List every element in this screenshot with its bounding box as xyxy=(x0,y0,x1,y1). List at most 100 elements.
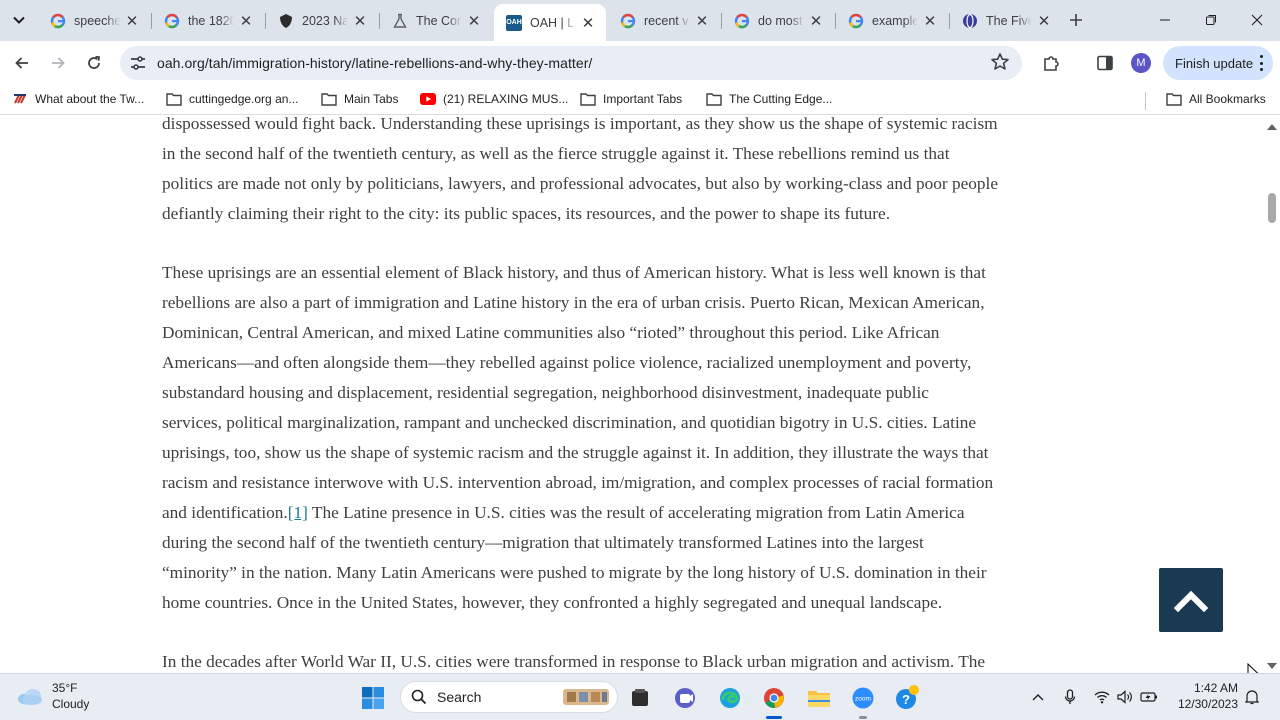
bookmark-label: Important Tabs xyxy=(603,92,683,106)
tab-title: do most xyxy=(758,13,803,28)
site-icon xyxy=(12,91,28,107)
side-panel-button[interactable] xyxy=(1094,52,1116,74)
windows-taskbar: 35°F Cloudy Search zoom ? 1:42 AM 12/30/… xyxy=(0,673,1280,720)
all-bookmarks-button[interactable]: All Bookmarks xyxy=(1166,91,1266,107)
microphone-tray[interactable] xyxy=(1061,688,1079,706)
tab-2[interactable]: 2023 Nat ✕ xyxy=(266,5,378,36)
tab-0[interactable]: speeches ✕ xyxy=(38,5,150,36)
bookmark-label: Main Tabs xyxy=(344,92,399,106)
bookmark-item[interactable]: cuttingedge.org an... xyxy=(166,91,298,107)
wifi-tray[interactable] xyxy=(1093,688,1111,706)
text-line: Americans—and often alongside them—they … xyxy=(162,353,972,372)
file-explorer-icon xyxy=(808,691,830,707)
weather-description: Cloudy xyxy=(52,697,90,711)
bookmark-item[interactable]: (21) RELAXING MUS... xyxy=(420,91,568,107)
text-line: racism and resistance interwove with U.S… xyxy=(162,473,994,492)
restore-button[interactable] xyxy=(1199,8,1223,32)
weather-widget[interactable]: 35°F Cloudy xyxy=(16,680,89,712)
new-tab-button[interactable] xyxy=(1066,9,1086,31)
puzzle-icon xyxy=(1044,56,1059,71)
taskbar-app-edge[interactable] xyxy=(714,682,746,714)
article-paragraph-1: dispossessed would fight back. Understan… xyxy=(162,116,1102,229)
text-line: home countries. Once in the United State… xyxy=(162,593,943,612)
text-line: politics are made not only by politician… xyxy=(162,174,999,193)
scroll-up-arrow-icon[interactable] xyxy=(1267,124,1277,130)
taskbar-app-zoom[interactable]: zoom xyxy=(847,682,879,714)
tab-3[interactable]: The Con ✕ xyxy=(380,5,492,36)
text-line: in the second half of the twentieth cent… xyxy=(162,144,950,163)
clock-date: 12/30/2023 xyxy=(1177,697,1238,711)
back-button[interactable] xyxy=(10,51,34,75)
edge-icon xyxy=(720,688,740,708)
close-icon[interactable]: ✕ xyxy=(922,13,938,30)
taskbar-app-files[interactable] xyxy=(624,682,656,714)
active-app-indicator xyxy=(766,716,782,719)
extensions-button[interactable] xyxy=(1040,52,1062,74)
profile-avatar[interactable]: M xyxy=(1131,53,1151,73)
tab-8[interactable]: The Five ✕ xyxy=(950,5,1062,36)
oah-icon: OAH xyxy=(506,14,522,31)
reload-button[interactable] xyxy=(82,51,106,75)
start-button[interactable] xyxy=(357,682,389,714)
chevron-up-icon xyxy=(1174,590,1208,612)
system-clock[interactable]: 1:42 AM 12/30/2023 xyxy=(1172,680,1238,712)
battery-tray[interactable] xyxy=(1140,688,1158,706)
taskbar-app-teams[interactable] xyxy=(669,682,701,714)
bookmark-item[interactable]: Important Tabs xyxy=(580,91,682,107)
bookmark-label: What about the Tw... xyxy=(35,92,145,106)
search-label: Search xyxy=(437,689,482,705)
taskbar-app-help[interactable]: ? xyxy=(891,682,923,714)
windows-start-icon xyxy=(362,687,384,709)
close-icon[interactable]: ✕ xyxy=(124,13,140,30)
volume-tray[interactable] xyxy=(1116,688,1134,706)
bookmark-item[interactable]: What about the Tw... xyxy=(12,91,144,107)
tab-5[interactable]: recent v ✕ xyxy=(608,5,720,36)
back-to-top-button[interactable] xyxy=(1159,568,1223,632)
show-hidden-icons-button[interactable] xyxy=(1029,688,1047,706)
tab-6[interactable]: do most ✕ xyxy=(722,5,834,36)
close-icon[interactable]: ✕ xyxy=(466,13,482,30)
close-icon[interactable]: ✕ xyxy=(580,15,596,32)
tab-title: OAH | La xyxy=(530,15,576,30)
bookmark-item[interactable]: The Cutting Edge... xyxy=(706,91,832,107)
close-icon[interactable]: ✕ xyxy=(1036,13,1052,30)
finish-update-button[interactable]: Finish update xyxy=(1163,46,1273,80)
close-icon[interactable]: ✕ xyxy=(238,13,254,30)
close-icon[interactable]: ✕ xyxy=(352,13,368,30)
bookmark-label: The Cutting Edge... xyxy=(729,92,833,106)
close-icon[interactable]: ✕ xyxy=(808,13,824,30)
site-settings-icon[interactable] xyxy=(129,54,147,72)
finish-update-label: Finish update xyxy=(1175,55,1254,71)
url-text: oah.org/tah/immigration-history/latine-r… xyxy=(157,55,593,71)
scrollbar-thumb[interactable] xyxy=(1268,193,1276,223)
tab-search-button[interactable] xyxy=(6,7,32,33)
taskbar-app-chrome[interactable] xyxy=(758,682,790,714)
tab-1[interactable]: the 1820s ✕ xyxy=(152,5,264,36)
scroll-down-arrow-icon[interactable] xyxy=(1267,663,1277,669)
bookmark-label: (21) RELAXING MUS... xyxy=(443,92,569,106)
footnote-link[interactable]: [1] xyxy=(288,503,308,522)
notifications-button[interactable] xyxy=(1243,688,1261,706)
bookmark-star-icon[interactable] xyxy=(990,52,1010,72)
bookmarks-bar: What about the Tw... cuttingedge.org an.… xyxy=(0,85,1280,115)
google-icon xyxy=(848,13,864,29)
tab-title: 2023 Nat xyxy=(302,13,348,28)
tab-title: The Con xyxy=(416,13,462,28)
folder-icon xyxy=(166,91,182,107)
taskbar-search[interactable]: Search xyxy=(400,681,618,713)
forward-button[interactable] xyxy=(46,51,70,75)
address-bar[interactable]: oah.org/tah/immigration-history/latine-r… xyxy=(120,46,1022,80)
file-manager-icon xyxy=(632,689,648,706)
taskbar-app-explorer[interactable] xyxy=(803,682,835,714)
close-icon[interactable]: ✕ xyxy=(694,13,710,30)
minimize-button[interactable] xyxy=(1153,8,1177,32)
flask-icon xyxy=(392,13,408,29)
tab-4-active[interactable]: OAH OAH | La ✕ xyxy=(494,4,606,41)
bookmark-item[interactable]: Main Tabs xyxy=(321,91,398,107)
youtube-icon xyxy=(420,91,436,107)
page-scrollbar[interactable] xyxy=(1264,116,1280,673)
chrome-icon xyxy=(764,688,784,708)
close-window-button[interactable] xyxy=(1245,8,1269,32)
tab-7[interactable]: example ✕ xyxy=(836,5,948,36)
text-line: rebellions are also a part of immigratio… xyxy=(162,293,985,312)
